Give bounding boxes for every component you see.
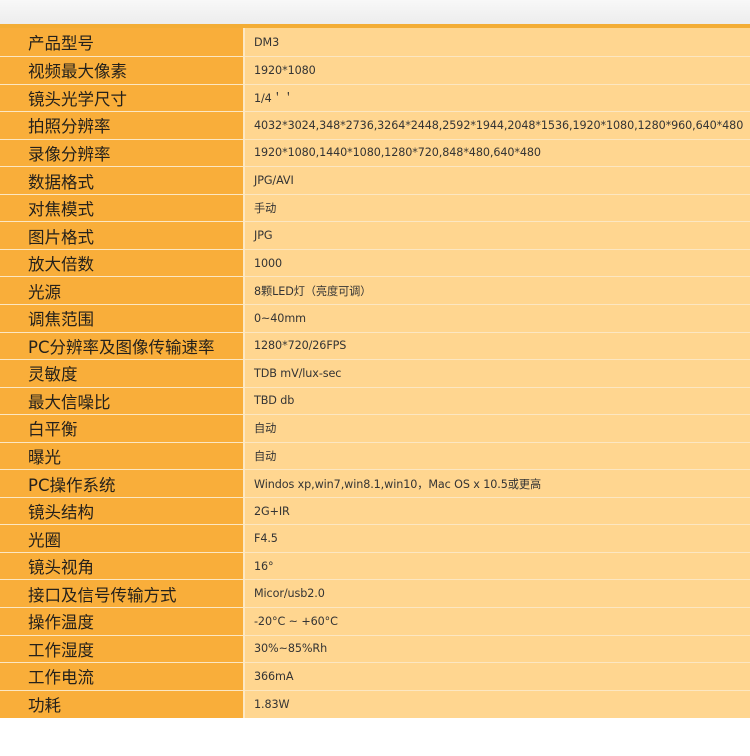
spec-row: 操作温度 -20°C ~ +60°C (0, 607, 750, 636)
spec-label: 产品型号 (0, 28, 245, 58)
spec-value: 1000 (244, 249, 750, 278)
spec-row: 曝光 自动 (0, 442, 750, 471)
spec-label: 拍照分辨率 (0, 111, 245, 140)
spec-row: 功耗 1.83W (0, 690, 750, 718)
spec-label: 镜头结构 (0, 497, 245, 526)
spec-value: JPG (244, 221, 750, 250)
spec-label: 光圈 (0, 524, 245, 553)
spec-value: 0~40mm (244, 304, 750, 333)
spec-label: 最大信噪比 (0, 387, 245, 416)
spec-label: 接口及信号传输方式 (0, 579, 245, 608)
spec-label: 白平衡 (0, 414, 245, 443)
spec-row: 光圈 F4.5 (0, 524, 750, 553)
spec-value: TBD db (244, 387, 750, 416)
spec-value: DM3 (244, 28, 750, 58)
spec-value: 1280*720/26FPS (244, 332, 750, 361)
spec-value: F4.5 (244, 524, 750, 553)
spec-label: 光源 (0, 276, 245, 305)
spec-row: 图片格式 JPG (0, 221, 750, 250)
spec-label: 对焦模式 (0, 194, 245, 223)
spec-row: 对焦模式 手动 (0, 194, 750, 223)
spec-label: 数据格式 (0, 166, 245, 195)
spec-value: 自动 (244, 414, 750, 443)
spec-label: 功耗 (0, 690, 245, 718)
spec-value: Micor/usb2.0 (244, 579, 750, 608)
spec-row: 数据格式 JPG/AVI (0, 166, 750, 195)
spec-row: PC操作系统 Windos xp,win7,win8.1,win10，Mac OS… (0, 469, 750, 498)
spec-label: PC操作系统 (0, 469, 245, 498)
spec-value: 1.83W (244, 690, 750, 718)
spec-row: 镜头光学尺寸 1/4＇＇ (0, 84, 750, 113)
spec-value: 1920*1080,1440*1080,1280*720,848*480,640… (244, 139, 750, 168)
spec-value: 4032*3024,348*2736,3264*2448,2592*1944,2… (244, 111, 750, 140)
spec-value: 手动 (244, 194, 750, 223)
spec-row: 镜头视角 16° (0, 552, 750, 581)
spec-label: 镜头光学尺寸 (0, 84, 245, 113)
spec-row: 灵敏度 TDB mV/lux-sec (0, 359, 750, 388)
spec-row: 工作湿度 30%~85%Rh (0, 635, 750, 664)
spec-label: 曝光 (0, 442, 245, 471)
spec-row: 产品型号 DM3 (0, 28, 750, 58)
spec-label: 图片格式 (0, 221, 245, 250)
spec-row: 调焦范围 0~40mm (0, 304, 750, 333)
spec-row: 镜头结构 2G+IR (0, 497, 750, 526)
spec-value: 2G+IR (244, 497, 750, 526)
top-band (0, 0, 750, 24)
spec-value: JPG/AVI (244, 166, 750, 195)
spec-value: -20°C ~ +60°C (244, 607, 750, 636)
spec-value: 1920*1080 (244, 56, 750, 85)
spec-value: 16° (244, 552, 750, 581)
spec-label: 操作温度 (0, 607, 245, 636)
spec-table-body: 产品型号 DM3 视频最大像素 1920*1080 镜头光学尺寸 1/4＇＇ 拍照分辨率 40… (0, 28, 750, 718)
spec-row: 光源 8颗LED灯（亮度可调） (0, 276, 750, 305)
spec-value: 30%~85%Rh (244, 635, 750, 664)
spec-label: 视频最大像素 (0, 56, 245, 85)
spec-row: 放大倍数 1000 (0, 249, 750, 278)
spec-label: 镜头视角 (0, 552, 245, 581)
spec-label: 工作电流 (0, 662, 245, 691)
spec-value: 366mA (244, 662, 750, 691)
spec-label: 放大倍数 (0, 249, 245, 278)
spec-row: 视频最大像素 1920*1080 (0, 56, 750, 85)
spec-row: 拍照分辨率 4032*3024,348*2736,3264*2448,2592*1… (0, 111, 750, 140)
spec-table: 产品型号 DM3 视频最大像素 1920*1080 镜头光学尺寸 1/4＇＇ 拍照分辨率 40… (0, 28, 750, 718)
spec-row: 白平衡 自动 (0, 414, 750, 443)
spec-row: 接口及信号传输方式 Micor/usb2.0 (0, 579, 750, 608)
spec-row: PC分辨率及图像传输速率 1280*720/26FPS (0, 332, 750, 361)
spec-value: TDB mV/lux-sec (244, 359, 750, 388)
spec-label: 调焦范围 (0, 304, 245, 333)
spec-row: 最大信噪比 TBD db (0, 387, 750, 416)
spec-value: 自动 (244, 442, 750, 471)
spec-value: Windos xp,win7,win8.1,win10，Mac OS x 10.… (244, 469, 750, 498)
spec-row: 录像分辨率 1920*1080,1440*1080,1280*720,848*48… (0, 139, 750, 168)
spec-value: 1/4＇＇ (244, 84, 750, 113)
spec-label: 灵敏度 (0, 359, 245, 388)
spec-label: PC分辨率及图像传输速率 (0, 332, 245, 361)
spec-label: 工作湿度 (0, 635, 245, 664)
spec-row: 工作电流 366mA (0, 662, 750, 691)
spec-label: 录像分辨率 (0, 139, 245, 168)
spec-value: 8颗LED灯（亮度可调） (244, 276, 750, 305)
